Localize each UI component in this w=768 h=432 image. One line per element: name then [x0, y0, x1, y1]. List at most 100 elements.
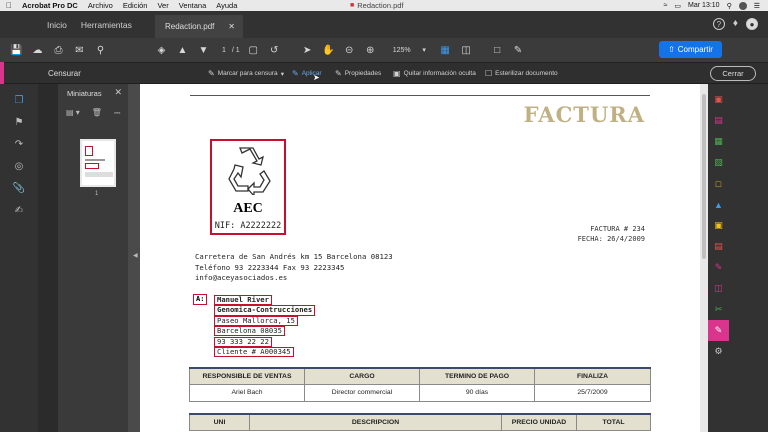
document-scrollbar[interactable] — [700, 84, 708, 432]
save-icon[interactable]: 💾 — [6, 40, 27, 60]
bell-icon[interactable]: ♦ — [733, 18, 738, 30]
invoice-number: FACTURA # 234 — [590, 225, 645, 233]
comment-tool-icon[interactable]: □ — [708, 173, 729, 194]
remove-hidden-icon: ▣ — [393, 69, 401, 78]
cursor-icon[interactable]: ➤ — [297, 40, 318, 60]
redact-accent-bar — [0, 62, 4, 84]
collapse-panel-icon[interactable]: ◀ — [133, 252, 138, 259]
email-icon[interactable]: ✉ — [69, 40, 90, 60]
protect-icon[interactable]: ▣ — [708, 215, 729, 236]
sanitize-button[interactable]: ☐ Esterilizar documento — [485, 69, 558, 78]
apple-icon[interactable]:  — [6, 1, 12, 10]
prev-page-icon[interactable]: ▲ — [172, 40, 193, 60]
scrollbar-thumb[interactable] — [702, 94, 706, 259]
account-icon[interactable]: ● — [746, 18, 758, 30]
menu-edicion[interactable]: Edición — [123, 1, 148, 10]
page-thumbnail[interactable] — [80, 139, 116, 187]
tab-document[interactable]: Redaction.pdf ✕ — [155, 15, 243, 38]
clock[interactable]: Mar 13:10 — [688, 2, 720, 9]
redact-tool-icon[interactable]: ✎ — [708, 320, 729, 341]
tab-close-icon[interactable]: ✕ — [228, 22, 235, 31]
cloud-upload-icon[interactable]: ☁ — [27, 40, 48, 60]
page-select-icon[interactable]: ▢ — [243, 40, 264, 60]
wifi-icon[interactable]: ≈ — [664, 2, 668, 9]
stamp-icon[interactable]: ◫ — [456, 40, 477, 60]
bookmark-icon[interactable]: ⚑ — [0, 111, 38, 133]
menu-ayuda[interactable]: Ayuda — [216, 1, 237, 10]
signature-icon[interactable]: ✍ — [0, 199, 38, 221]
fill-sign-icon[interactable]: ✎ — [708, 257, 729, 278]
redact-title: Censurar — [48, 68, 81, 78]
scissors-icon[interactable]: ✂ — [708, 299, 729, 320]
user-icon[interactable] — [738, 1, 747, 10]
menu-ver[interactable]: Ver — [157, 1, 168, 10]
help-icon[interactable]: ? — [712, 18, 725, 30]
split-icon[interactable]: ⎓ — [114, 108, 120, 118]
client-name-redaction[interactable]: Manuel River — [214, 295, 272, 306]
page-current[interactable]: 1 — [222, 47, 226, 54]
menu-app-name[interactable]: Acrobat Pro DC — [22, 1, 78, 10]
cell-due: 25/7/2009 — [534, 383, 651, 402]
pen-icon[interactable]: ✎ — [508, 40, 529, 60]
zoom-level[interactable]: 125% — [393, 47, 411, 54]
menu-archivo[interactable]: Archivo — [88, 1, 113, 10]
organize-pages-icon[interactable]: ▤ — [708, 236, 729, 257]
nif-number: NIF: A2222222 — [214, 221, 282, 231]
menu-ventana[interactable]: Ventana — [179, 1, 207, 10]
apply-icon: ✎ — [292, 69, 299, 78]
send-for-review-icon[interactable]: ▲ — [708, 194, 729, 215]
pages-icon[interactable]: ❐ — [0, 89, 38, 111]
share-link-icon[interactable]: ↷ — [0, 133, 38, 155]
next-page-icon[interactable]: ▼ — [193, 40, 214, 60]
print-icon[interactable]: ⎙ — [48, 40, 69, 60]
layers-icon[interactable]: ◎ — [0, 155, 38, 177]
hand-icon[interactable]: ✋ — [318, 40, 339, 60]
client-company-redaction[interactable]: Genomica-Contrucciones — [214, 305, 316, 316]
tab-document-label: Redaction.pdf — [165, 22, 215, 31]
mark-for-redaction-button[interactable]: ✎ Marcar para censura ▾ — [208, 69, 284, 78]
logo-redaction-box[interactable]: AEC NIF: A2222222 — [210, 139, 286, 235]
pdf-page[interactable]: FACTURA AEC NIF: A2222222 FACTURA # 234 … — [140, 84, 700, 432]
create-pdf-icon[interactable]: ▣ — [708, 89, 729, 110]
rotate-icon[interactable]: ↺ — [264, 40, 285, 60]
tab-home[interactable]: Inicio — [40, 20, 74, 30]
search-icon[interactable]: ⚲ — [727, 2, 732, 10]
cell-cargo: Director commercial — [304, 383, 420, 402]
attachment-icon[interactable]: 📎 — [0, 177, 38, 199]
fit-page-icon[interactable]: ▦ — [435, 40, 456, 60]
export-pdf-icon[interactable]: ▦ — [708, 131, 729, 152]
client-tag-redaction[interactable]: A: — [193, 294, 208, 305]
close-panel-icon[interactable]: ✕ — [114, 87, 122, 98]
battery-icon[interactable]: ▭ — [674, 2, 681, 10]
thumbnail-options-icon[interactable]: ▤ ▾ — [66, 108, 80, 118]
remove-hidden-info-button[interactable]: ▣ Quitar información oculta — [393, 69, 476, 78]
more-tools-icon[interactable]: ⚙ — [708, 341, 729, 362]
recycle-icon — [228, 147, 271, 195]
company-address: Carretera de San Andrés km 15 Barcelona … — [195, 252, 393, 284]
client-phone-redaction[interactable]: 93 333 22 22 — [214, 336, 272, 347]
mac-menubar:  Acrobat Pro DC Archivo Edición Ver Ven… — [0, 0, 768, 11]
share-button[interactable]: ⇧ Compartir — [659, 41, 722, 58]
tab-tools[interactable]: Herramientas — [74, 20, 139, 30]
address-line-1: Carretera de San Andrés km 15 Barcelona … — [195, 252, 393, 261]
zoom-dropdown-icon[interactable]: ▾ — [414, 40, 435, 60]
status-area: ≈ ▭ Mar 13:10 ⚲ ☰ — [664, 0, 760, 11]
thumb-table — [85, 172, 113, 177]
client-street-redaction[interactable]: Paseo Mallorca, 15 — [214, 315, 298, 326]
trash-icon[interactable]: 🗑 — [92, 108, 102, 118]
stamp-tool-icon[interactable]: ◫ — [708, 278, 729, 299]
address-line-2: Teléfono 93 2223344 Fax 93 2223345 — [195, 262, 345, 272]
mark-redaction-icon: ✎ — [208, 69, 215, 78]
combine-files-icon[interactable]: ▧ — [708, 152, 729, 173]
zoom-out-icon[interactable]: ⊝ — [339, 40, 360, 60]
menu-list-icon[interactable]: ☰ — [754, 2, 760, 10]
binoculars-icon[interactable]: ◈ — [151, 40, 172, 60]
client-id-redaction[interactable]: Cliente # A000345 — [214, 346, 294, 358]
close-button[interactable]: Cerrar — [710, 66, 756, 81]
properties-button[interactable]: ✎ Propiedades — [335, 69, 381, 78]
zoom-in-icon[interactable]: ⊕ — [360, 40, 381, 60]
find-icon[interactable]: ⚲ — [90, 40, 111, 60]
comment-icon[interactable]: □ — [487, 40, 508, 60]
edit-pdf-icon[interactable]: ▤ — [708, 110, 729, 131]
client-city-redaction[interactable]: Barcelona 08035 — [214, 326, 285, 337]
